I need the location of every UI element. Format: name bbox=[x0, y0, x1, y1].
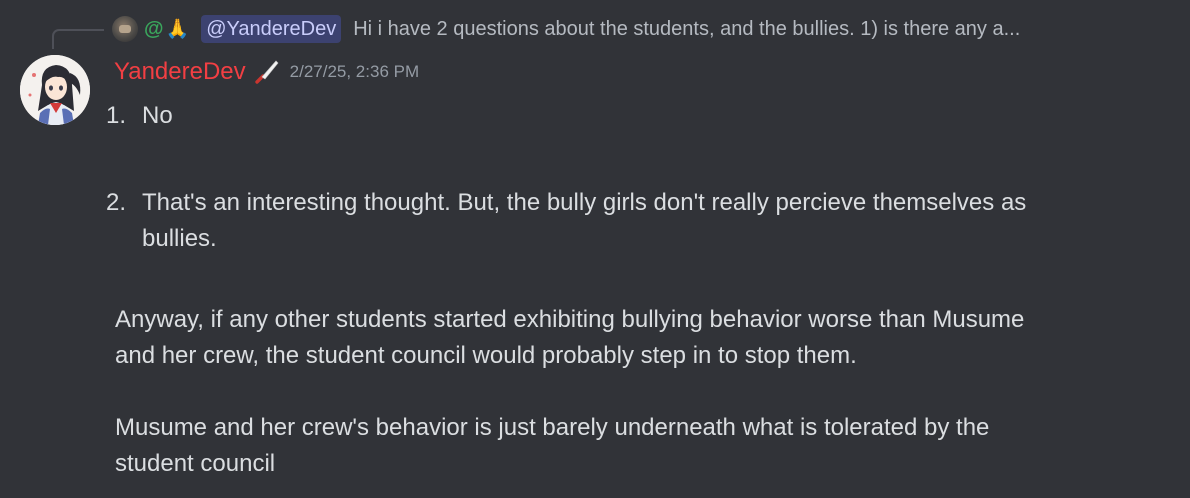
list-item-2-line-2: bullies. bbox=[142, 225, 217, 252]
replied-user-avatar[interactable] bbox=[112, 16, 138, 42]
replied-user-name[interactable]: @ bbox=[144, 18, 164, 41]
list-number-1: 1. bbox=[106, 102, 127, 129]
avatar-image bbox=[20, 55, 90, 125]
username[interactable]: YandereDev bbox=[114, 58, 246, 86]
paragraph-2-line-1: Musume and her crew's behavior is just b… bbox=[115, 414, 990, 441]
pray-emoji-icon: 🙏 bbox=[165, 17, 190, 40]
chat-message: @ 🙏 @YandereDev Hi i have 2 questions ab… bbox=[0, 0, 1190, 498]
mention-pill[interactable]: @YandereDev bbox=[201, 15, 342, 43]
knife-icon[interactable] bbox=[252, 57, 282, 87]
avatar[interactable] bbox=[20, 55, 90, 125]
timestamp[interactable]: 2/27/25, 2:36 PM bbox=[290, 62, 419, 82]
reply-spine bbox=[52, 29, 104, 49]
paragraph-2-line-2: student council bbox=[115, 450, 276, 477]
message-header: YandereDev 2/27/25, 2:36 PM bbox=[114, 55, 419, 89]
paragraph-1-line-1: Anyway, if any other students started ex… bbox=[115, 306, 1025, 333]
list-item-2-line-1: That's an interesting thought. But, the … bbox=[142, 189, 1027, 216]
list-number-2: 2. bbox=[106, 189, 127, 216]
paragraph-1-line-2: and her crew, the student council would … bbox=[115, 342, 857, 369]
reply-preview-text[interactable]: Hi i have 2 questions about the students… bbox=[353, 18, 1020, 41]
reply-preview[interactable]: @ 🙏 @YandereDev Hi i have 2 questions ab… bbox=[112, 14, 1020, 44]
list-item-1-text: No bbox=[142, 102, 173, 129]
